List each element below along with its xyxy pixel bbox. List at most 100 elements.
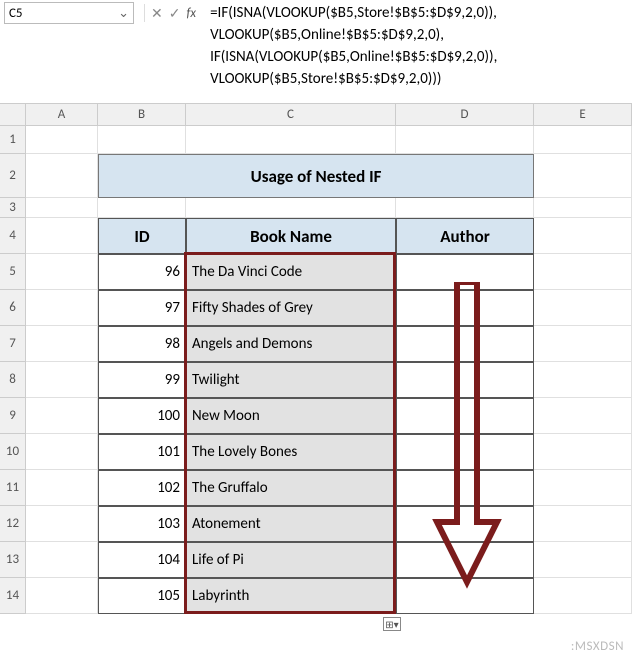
row-header-12[interactable]: 12 [0, 506, 26, 542]
select-all-corner[interactable] [0, 104, 26, 125]
row-header-14[interactable]: 14 [0, 578, 26, 614]
cancel-icon[interactable]: ✕ [151, 5, 163, 22]
cell-id[interactable]: 96 [98, 254, 186, 290]
cell-B1[interactable] [98, 126, 186, 154]
col-header-A[interactable]: A [26, 104, 98, 125]
cell-id[interactable]: 103 [98, 506, 186, 542]
row-header-5[interactable]: 5 [0, 254, 26, 290]
cell-E6[interactable] [534, 290, 632, 326]
cell-D1[interactable] [396, 126, 534, 154]
cell-E5[interactable] [534, 254, 632, 290]
cell-id[interactable]: 105 [98, 578, 186, 614]
cell-E12[interactable] [534, 506, 632, 542]
cell-book-name[interactable]: The Lovely Bones [186, 434, 396, 470]
row-header-1[interactable]: 1 [0, 126, 26, 154]
cell-id[interactable]: 98 [98, 326, 186, 362]
cell-A8[interactable] [26, 362, 98, 398]
row-header-13[interactable]: 13 [0, 542, 26, 578]
name-box[interactable]: C5 ⌄ [4, 2, 134, 24]
cell-author[interactable] [396, 254, 534, 290]
cell-book-name[interactable]: Fifty Shades of Grey [186, 290, 396, 326]
cell-A6[interactable] [26, 290, 98, 326]
fx-icon[interactable]: fx [186, 6, 196, 21]
cell-author[interactable] [396, 290, 534, 326]
cell-A11[interactable] [26, 470, 98, 506]
cell-A14[interactable] [26, 578, 98, 614]
cell-D3[interactable] [396, 198, 534, 218]
formula-bar: C5 ⌄ ✕ ✓ fx =IF(ISNA(VLOOKUP($B5,Store!$… [0, 0, 632, 104]
row-header-9[interactable]: 9 [0, 398, 26, 434]
row-header-2[interactable]: 2 [0, 154, 26, 198]
col-header-B[interactable]: B [98, 104, 186, 125]
cell-author[interactable] [396, 470, 534, 506]
cell-author[interactable] [396, 506, 534, 542]
cell-A12[interactable] [26, 506, 98, 542]
cell-E14[interactable] [534, 578, 632, 614]
cell-id[interactable]: 101 [98, 434, 186, 470]
header-id[interactable]: ID [98, 218, 186, 254]
cell-author[interactable] [396, 398, 534, 434]
cell-E4[interactable] [534, 218, 632, 254]
cell-C1[interactable] [186, 126, 396, 154]
cell-book-name[interactable]: Labyrinth [186, 578, 396, 614]
cell-book-name[interactable]: Life of Pi [186, 542, 396, 578]
cell-E3[interactable] [534, 198, 632, 218]
formula-icons: ✕ ✓ fx [144, 2, 196, 24]
cell-author[interactable] [396, 578, 534, 614]
cell-book-name[interactable]: Atonement [186, 506, 396, 542]
row-header-6[interactable]: 6 [0, 290, 26, 326]
cell-E11[interactable] [534, 470, 632, 506]
cell-author[interactable] [396, 326, 534, 362]
cell-E7[interactable] [534, 326, 632, 362]
row-header-3[interactable]: 3 [0, 198, 26, 218]
chevron-down-icon[interactable]: ⌄ [118, 6, 129, 21]
cell-A7[interactable] [26, 326, 98, 362]
cell-book-name[interactable]: New Moon [186, 398, 396, 434]
cell-book-name[interactable]: Angels and Demons [186, 326, 396, 362]
cell-A5[interactable] [26, 254, 98, 290]
cell-id[interactable]: 100 [98, 398, 186, 434]
title-cell[interactable]: Usage of Nested IF [98, 154, 534, 198]
row-header-7[interactable]: 7 [0, 326, 26, 362]
cell-A13[interactable] [26, 542, 98, 578]
cell-A2[interactable] [26, 154, 98, 198]
cell-A1[interactable] [26, 126, 98, 154]
cell-A4[interactable] [26, 218, 98, 254]
cell-E9[interactable] [534, 398, 632, 434]
cell-book-name[interactable]: The Gruffalo [186, 470, 396, 506]
cell-author[interactable] [396, 434, 534, 470]
cell-E2[interactable] [534, 154, 632, 198]
cell-id[interactable]: 104 [98, 542, 186, 578]
cell-E1[interactable] [534, 126, 632, 154]
col-header-E[interactable]: E [534, 104, 632, 125]
confirm-icon[interactable]: ✓ [169, 5, 181, 22]
cell-B3[interactable] [98, 198, 186, 218]
formula-input[interactable]: =IF(ISNA(VLOOKUP($B5,Store!$B$5:$D$9,2,0… [206, 2, 628, 90]
autofill-icon: ⊞▾ [383, 617, 401, 631]
autofill-options[interactable]: ⊞▾ [383, 617, 403, 637]
cell-A3[interactable] [26, 198, 98, 218]
cell-book-name[interactable]: Twilight [186, 362, 396, 398]
cell-id[interactable]: 99 [98, 362, 186, 398]
row-header-4[interactable]: 4 [0, 218, 26, 254]
col-header-C[interactable]: C [186, 104, 396, 125]
cell-E8[interactable] [534, 362, 632, 398]
cell-E13[interactable] [534, 542, 632, 578]
cell-A10[interactable] [26, 434, 98, 470]
header-author[interactable]: Author [396, 218, 534, 254]
rows-container: 1 2 Usage of Nested IF 3 4 ID [0, 126, 632, 614]
cell-A9[interactable] [26, 398, 98, 434]
cell-id[interactable]: 102 [98, 470, 186, 506]
cell-book-name[interactable]: The Da Vinci Code [186, 254, 396, 290]
row-header-8[interactable]: 8 [0, 362, 26, 398]
cell-author[interactable] [396, 362, 534, 398]
cell-C3[interactable] [186, 198, 396, 218]
col-header-D[interactable]: D [396, 104, 534, 125]
row-header-10[interactable]: 10 [0, 434, 26, 470]
table-row: 10 101 The Lovely Bones [0, 434, 632, 470]
row-header-11[interactable]: 11 [0, 470, 26, 506]
header-book[interactable]: Book Name [186, 218, 396, 254]
cell-id[interactable]: 97 [98, 290, 186, 326]
cell-author[interactable] [396, 542, 534, 578]
cell-E10[interactable] [534, 434, 632, 470]
